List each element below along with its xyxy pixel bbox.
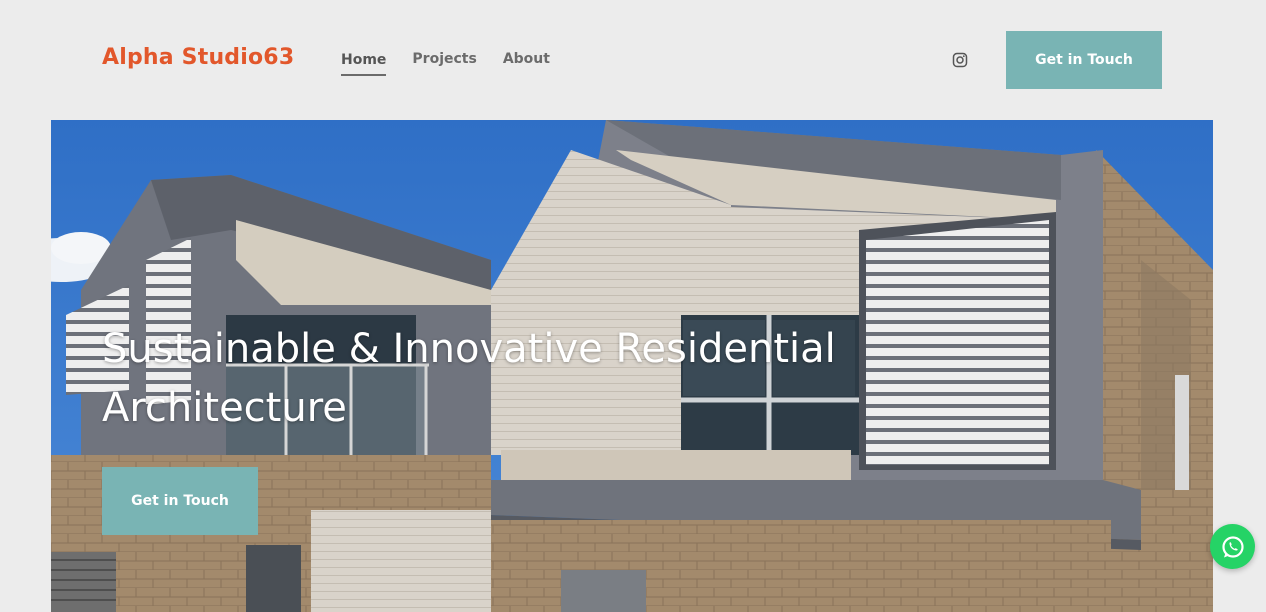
- hero-section: Sustainable & Innovative Residential Arc…: [51, 120, 1213, 612]
- whatsapp-icon[interactable]: [1210, 524, 1255, 569]
- nav-about[interactable]: About: [503, 51, 550, 76]
- site-logo[interactable]: Alpha Studio63: [102, 45, 294, 70]
- nav-projects[interactable]: Projects: [412, 51, 476, 76]
- nav-home[interactable]: Home: [341, 52, 387, 76]
- hero-get-in-touch-button[interactable]: Get in Touch: [102, 467, 258, 535]
- main-nav: Home Projects About: [341, 51, 550, 76]
- get-in-touch-button[interactable]: Get in Touch: [1006, 31, 1162, 89]
- instagram-icon[interactable]: [952, 52, 968, 68]
- page: Alpha Studio63 Home Projects About Get i…: [0, 0, 1266, 612]
- hero-title: Sustainable & Innovative Residential Arc…: [102, 326, 836, 431]
